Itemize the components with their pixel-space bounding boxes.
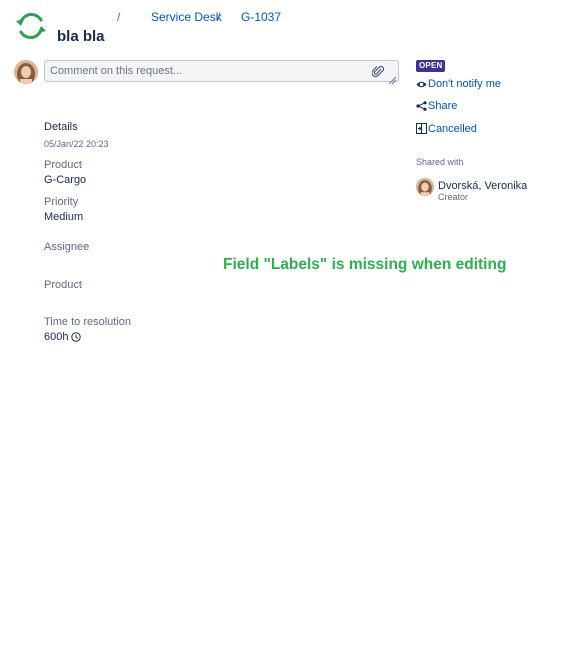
time-to-resolution-value: 600h xyxy=(44,331,82,343)
assignee-label: Assignee xyxy=(44,241,90,253)
dont-notify-link[interactable]: Don't notify me xyxy=(416,78,501,90)
shared-avatar xyxy=(416,178,434,196)
breadcrumb-service-desk[interactable]: Service Desk xyxy=(151,10,222,24)
annotation-text: Field "Labels" is missing when editing xyxy=(223,256,507,273)
eye-icon xyxy=(416,81,427,88)
resolution-link[interactable]: Cancelled xyxy=(416,123,477,135)
page-title: bla bla xyxy=(57,28,105,45)
share-link[interactable]: Share xyxy=(416,100,457,112)
request-page: / Service Desk / G-1037 bla bla Comment … xyxy=(0,0,588,648)
comment-input[interactable]: Comment on this request... xyxy=(44,60,399,85)
avatar xyxy=(14,60,38,84)
priority-label: Priority xyxy=(44,196,79,208)
product-label-secondary: Product xyxy=(44,279,82,291)
details-heading: Details xyxy=(44,121,78,133)
share-icon xyxy=(416,101,427,111)
dont-notify-label: Don't notify me xyxy=(428,78,502,90)
details-date: 05/Jan/22 20:23 xyxy=(44,139,109,149)
time-to-resolution-label: Time to resolution xyxy=(44,316,132,328)
resize-handle-icon[interactable] xyxy=(388,71,397,85)
priority-value: Medium xyxy=(44,211,84,223)
paperclip-icon[interactable] xyxy=(371,65,385,78)
breadcrumb-separator: / xyxy=(217,10,221,24)
status-badge: OPEN xyxy=(416,60,446,72)
resolution-label: Cancelled xyxy=(428,123,477,135)
breadcrumb-separator: / xyxy=(117,10,121,24)
breadcrumb-issue-key[interactable]: G-1037 xyxy=(241,10,281,24)
shared-person-role: Creator xyxy=(438,192,469,202)
shared-with-heading: Shared with xyxy=(416,157,464,167)
time-value: 600h xyxy=(44,331,69,343)
shared-person-name[interactable]: Dvorská, Veronika xyxy=(438,180,527,192)
clock-icon xyxy=(71,332,82,342)
sync-logo-icon xyxy=(15,10,47,42)
comment-placeholder: Comment on this request... xyxy=(50,65,183,77)
resolution-icon xyxy=(416,123,427,134)
product-label: Product xyxy=(44,159,82,171)
share-label: Share xyxy=(428,100,458,112)
product-value: G-Cargo xyxy=(44,174,87,186)
